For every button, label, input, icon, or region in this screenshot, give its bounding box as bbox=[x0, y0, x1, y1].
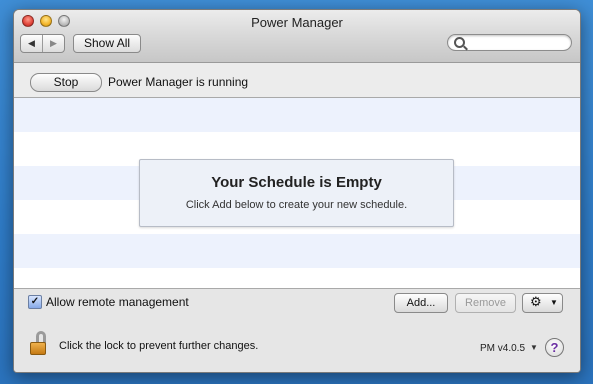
remote-management-checkbox[interactable]: ✓ bbox=[28, 295, 42, 309]
back-button[interactable]: ◀ bbox=[21, 35, 42, 52]
power-manager-window: Power Manager ◀ ▶ Show All Stop Power Ma… bbox=[13, 9, 581, 373]
search-icon bbox=[454, 37, 465, 48]
remote-management-option[interactable]: ✓ Allow remote management bbox=[28, 295, 189, 309]
list-row bbox=[14, 98, 580, 132]
version-popup[interactable]: PM v4.0.5 bbox=[480, 343, 525, 354]
show-all-button[interactable]: Show All bbox=[73, 34, 142, 53]
empty-schedule-panel: Your Schedule is Empty Click Add below t… bbox=[139, 159, 454, 227]
list-row bbox=[14, 234, 580, 268]
search-input[interactable] bbox=[468, 35, 568, 52]
schedule-list[interactable]: Your Schedule is Empty Click Add below t… bbox=[14, 98, 580, 289]
gear-icon: ⚙ bbox=[530, 294, 542, 309]
titlebar: Power Manager ◀ ▶ Show All bbox=[14, 10, 580, 63]
forward-arrow-icon: ▶ bbox=[50, 38, 57, 48]
help-button[interactable]: ? bbox=[545, 338, 564, 357]
add-button[interactable]: Add... bbox=[394, 293, 448, 313]
nav-group: ◀ ▶ bbox=[20, 34, 65, 53]
back-arrow-icon: ◀ bbox=[28, 38, 35, 48]
lock-icon[interactable] bbox=[30, 331, 50, 357]
search-field[interactable] bbox=[447, 34, 572, 52]
window-title: Power Manager bbox=[251, 15, 343, 30]
footer-bar: ✓ Allow remote management Add... Remove … bbox=[14, 289, 580, 372]
version-chevron-down-icon[interactable]: ▼ bbox=[530, 343, 538, 352]
remote-management-label: Allow remote management bbox=[46, 295, 189, 309]
remove-button[interactable]: Remove bbox=[455, 293, 516, 313]
empty-schedule-subtitle: Click Add below to create your new sched… bbox=[185, 199, 408, 211]
forward-button[interactable]: ▶ bbox=[42, 35, 64, 52]
running-status: Power Manager is running bbox=[108, 75, 249, 89]
list-row bbox=[14, 268, 580, 288]
empty-schedule-title: Your Schedule is Empty bbox=[211, 174, 382, 191]
status-bar: Stop Power Manager is running bbox=[14, 63, 580, 98]
chevron-down-icon: ▼ bbox=[550, 298, 558, 307]
action-menu-button[interactable]: ⚙ ▼ bbox=[522, 293, 563, 313]
stop-button[interactable]: Stop bbox=[30, 73, 102, 92]
lock-hint-text: Click the lock to prevent further change… bbox=[59, 340, 259, 352]
